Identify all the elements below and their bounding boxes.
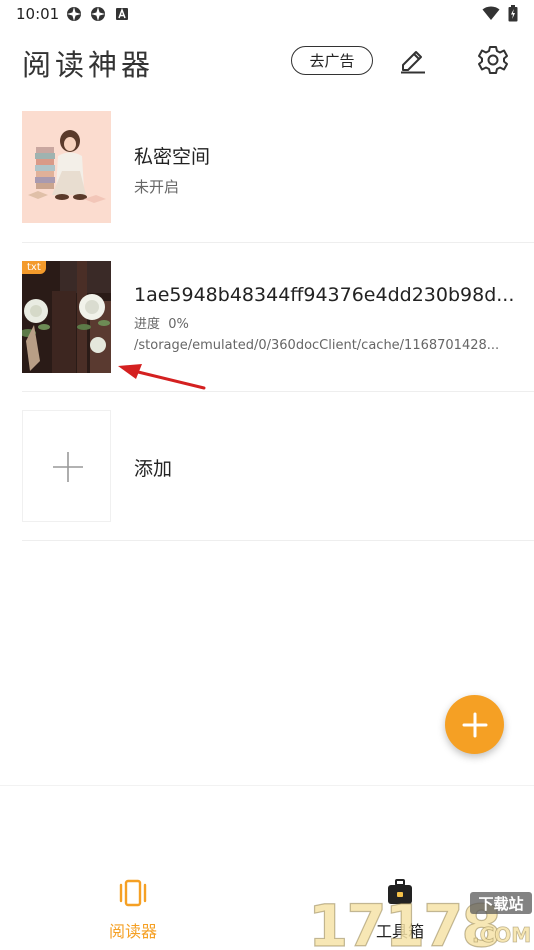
annotation-arrow bbox=[118, 364, 206, 390]
status-time: 10:01 bbox=[16, 5, 60, 23]
status-icons-right bbox=[482, 5, 518, 22]
remove-ads-button[interactable]: 去广告 bbox=[291, 46, 373, 75]
a-letter-icon bbox=[116, 7, 128, 20]
tab-reader-label: 阅读器 bbox=[108, 922, 157, 941]
svg-text:.COM: .COM bbox=[472, 923, 531, 947]
divider bbox=[22, 391, 534, 392]
add-thumbnail bbox=[22, 410, 111, 522]
status-bar: 10:01 bbox=[0, 0, 534, 28]
plus-icon bbox=[462, 712, 487, 737]
private-space-status: 未开启 bbox=[134, 178, 180, 196]
app-title: 阅读神器 bbox=[22, 48, 155, 82]
svg-text:下载站: 下载站 bbox=[478, 895, 523, 913]
battery-icon bbox=[508, 5, 518, 22]
book-title: 1ae5948b48344ff94376e4dd230b98d... bbox=[134, 284, 515, 306]
private-space-title: 私密空间 bbox=[134, 146, 211, 168]
divider bbox=[22, 540, 534, 541]
watermark-logo: 17178 下载站 .COM bbox=[307, 888, 534, 950]
edit-button[interactable] bbox=[398, 44, 428, 74]
add-item[interactable]: 添加 bbox=[22, 410, 534, 522]
tab-reader[interactable]: 阅读器 bbox=[73, 870, 193, 941]
reader-icon bbox=[119, 879, 147, 907]
app-notification-icon bbox=[67, 7, 81, 21]
progress-label: 进度 bbox=[134, 317, 161, 332]
private-space-item[interactable]: 私密空间 未开启 bbox=[22, 111, 534, 223]
wifi-icon bbox=[482, 6, 500, 20]
gear-icon bbox=[478, 46, 508, 74]
settings-button[interactable] bbox=[477, 44, 509, 76]
book-item[interactable]: txt 1ae5948b48344ff94376e4dd230b98d... 进… bbox=[22, 261, 534, 373]
book-path: /storage/emulated/0/360docClient/cache/1… bbox=[134, 338, 500, 353]
edit-icon bbox=[401, 51, 425, 74]
app-notification-icon bbox=[91, 7, 105, 21]
status-icons-left bbox=[66, 6, 130, 22]
book-cover: txt bbox=[22, 261, 111, 373]
private-space-thumbnail bbox=[22, 111, 111, 223]
progress-value: 0% bbox=[168, 317, 189, 332]
add-title: 添加 bbox=[134, 458, 173, 480]
divider bbox=[22, 242, 534, 243]
plus-icon bbox=[53, 452, 83, 482]
file-type-badge: txt bbox=[22, 261, 46, 274]
bottom-divider bbox=[0, 785, 534, 786]
add-fab-button[interactable] bbox=[445, 695, 504, 754]
book-progress: 进度 0% bbox=[134, 313, 189, 332]
